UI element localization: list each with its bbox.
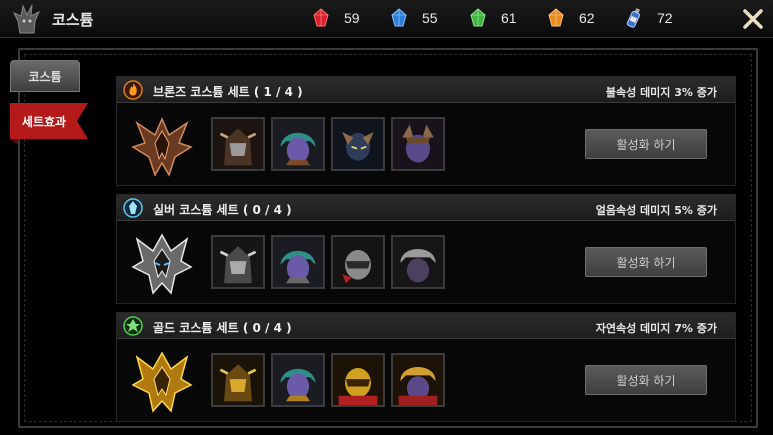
- tab-set-effect[interactable]: 세트효과: [10, 103, 88, 139]
- resource-potion: 72: [625, 8, 673, 28]
- gold-helmet-elf-portrait-icon: [393, 355, 443, 405]
- blue-warrior-portrait-icon: [333, 119, 383, 169]
- page-title: 코스튬: [52, 11, 94, 29]
- costume-slot[interactable]: [271, 117, 325, 171]
- costume-slot[interactable]: [331, 117, 385, 171]
- ice-element-icon: [123, 198, 143, 218]
- resource-value: 62: [579, 10, 595, 26]
- tab-set-effect-label: 세트효과: [21, 114, 67, 129]
- costume-slots: [211, 353, 445, 407]
- set-panel-header: 실버 코스튬 세트 ( 0 / 4 ) 얼음속성 데미지 5% 증가: [117, 195, 735, 221]
- close-icon[interactable]: [742, 8, 764, 30]
- costume-slot[interactable]: [211, 235, 265, 289]
- gold-helmet-emblem-icon: [131, 351, 193, 413]
- set-title: 골드 코스튬 세트 ( 0 / 4 ): [153, 321, 292, 335]
- costume-slot[interactable]: [271, 235, 325, 289]
- silver-knight-portrait-icon: [213, 237, 263, 287]
- costume-slot[interactable]: [391, 235, 445, 289]
- set-panel-header: 골드 코스튬 세트 ( 0 / 4 ) 자연속성 데미지 7% 증가: [117, 313, 735, 339]
- orange-gem-icon: [548, 8, 564, 27]
- resource-value: 59: [344, 10, 360, 26]
- activate-button[interactable]: 활성화 하기: [585, 129, 707, 159]
- set-panel-gold: 골드 코스튬 세트 ( 0 / 4 ) 자연속성 데미지 7% 증가 활성화 하…: [116, 312, 736, 422]
- silver-helmet-elf-portrait-icon: [393, 237, 443, 287]
- blue-gem-icon: [391, 8, 407, 27]
- activate-button[interactable]: 활성화 하기: [585, 365, 707, 395]
- teal-hair-heroine-portrait-icon: [273, 119, 323, 169]
- costume-slots: [211, 117, 445, 171]
- dragon-logo-icon: [12, 4, 41, 34]
- activate-button[interactable]: 활성화 하기: [585, 247, 707, 277]
- costume-slots: [211, 235, 445, 289]
- costume-slot[interactable]: [211, 353, 265, 407]
- silver-helmet-emblem-icon: [131, 233, 193, 295]
- set-effect: 자연속성 데미지 7% 증가: [595, 322, 717, 335]
- resource-red-gem: 59: [312, 8, 360, 28]
- resource-orange-gem: 62: [547, 8, 595, 28]
- gold-warrior-portrait-icon: [333, 355, 383, 405]
- costume-slot[interactable]: [331, 353, 385, 407]
- fire-element-icon: [123, 80, 143, 100]
- set-title: 브론즈 코스튬 세트 ( 1 / 4 ): [153, 85, 303, 99]
- silver-warrior-portrait-icon: [333, 237, 383, 287]
- costume-slot[interactable]: [211, 117, 265, 171]
- resource-value: 61: [501, 10, 517, 26]
- resource-blue-gem: 55: [390, 8, 438, 28]
- potion-bottle-icon: [626, 8, 641, 28]
- resource-value: 55: [422, 10, 438, 26]
- costume-slot[interactable]: [391, 353, 445, 407]
- nature-element-icon: [123, 316, 143, 336]
- costume-slot[interactable]: [271, 353, 325, 407]
- bronze-helmet-emblem-icon: [131, 117, 193, 177]
- set-effect: 불속성 데미지 3% 증가: [605, 86, 717, 99]
- red-gem-icon: [313, 8, 329, 27]
- set-panel-bronze: 브론즈 코스튬 세트 ( 1 / 4 ) 불속성 데미지 3% 증가 활성화 하…: [116, 76, 736, 186]
- set-title: 실버 코스튬 세트 ( 0 / 4 ): [153, 203, 292, 217]
- resource-green-gem: 61: [469, 8, 517, 28]
- green-gem-icon: [470, 8, 486, 27]
- teal-hair-heroine-portrait-icon: [273, 237, 323, 287]
- horned-dark-elf-portrait-icon: [393, 119, 443, 169]
- set-panel-silver: 실버 코스튬 세트 ( 0 / 4 ) 얼음속성 데미지 5% 증가 활성화 하…: [116, 194, 736, 304]
- tab-ribbon-fold: [10, 139, 18, 145]
- set-effect: 얼음속성 데미지 5% 증가: [595, 204, 717, 217]
- resource-value: 72: [657, 10, 673, 26]
- teal-hair-heroine-portrait-icon: [273, 355, 323, 405]
- bronze-knight-portrait-icon: [213, 119, 263, 169]
- set-panel-header: 브론즈 코스튬 세트 ( 1 / 4 ) 불속성 데미지 3% 증가: [117, 77, 735, 103]
- gold-knight-portrait-icon: [213, 355, 263, 405]
- tab-costume[interactable]: 코스튬: [10, 60, 80, 92]
- costume-slot[interactable]: [391, 117, 445, 171]
- top-bar: 코스튬 59 55 61 62 72: [0, 0, 773, 38]
- costume-slot[interactable]: [331, 235, 385, 289]
